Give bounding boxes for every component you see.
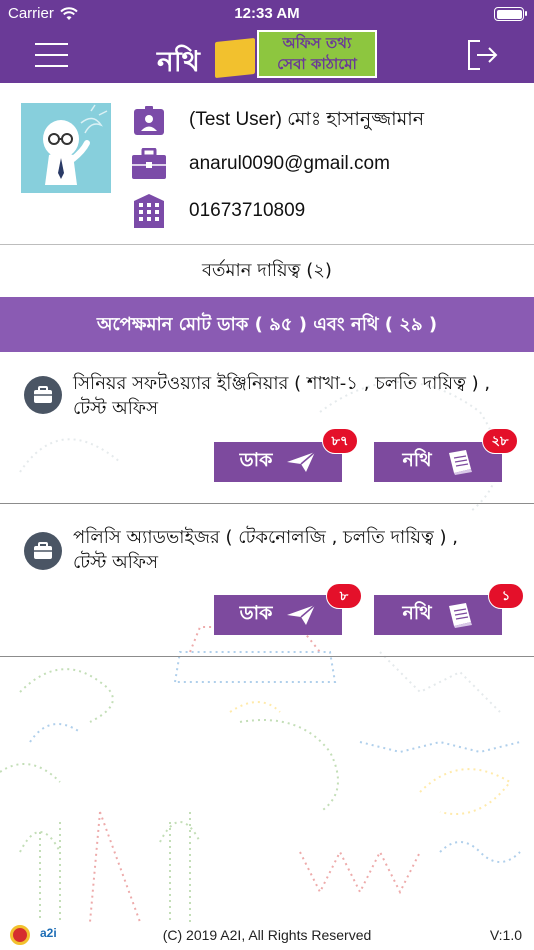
current-responsibility-heading: বর্তমান দায়িত্ব (২) xyxy=(202,260,332,281)
designation-title: পলিসি অ্যাডভাইজর ( টেকনোলজি , চলতি দায়ি… xyxy=(73,527,458,573)
bag-icon xyxy=(24,532,62,570)
dak-label: ডাক xyxy=(239,602,273,624)
status-bar: Carrier 12:33 AM xyxy=(0,0,534,28)
file-icon xyxy=(448,450,472,475)
profile-phone-row: 01673710809 xyxy=(130,192,305,230)
briefcase-icon xyxy=(130,145,168,183)
menu-icon[interactable] xyxy=(35,43,68,67)
dak-label: ডাক xyxy=(239,449,273,471)
file-icon xyxy=(448,603,472,628)
dak-count-badge: ৮ xyxy=(326,583,362,609)
profile-name-row: (Test User) মোঃ হাসানুজ্জামান xyxy=(130,102,424,140)
id-card-icon xyxy=(130,102,168,140)
logo-text: নথি xyxy=(157,45,200,78)
clock: 12:33 AM xyxy=(234,5,300,22)
dak-button[interactable]: ডাক xyxy=(214,442,342,482)
battery-icon xyxy=(494,7,527,21)
copyright-text: (C) 2019 A2I, All Rights Reserved xyxy=(162,927,372,943)
nothi-label: নথি xyxy=(402,602,432,624)
nav-bar: নথি অফিস তথ্য সেবা কাঠামো xyxy=(0,28,534,83)
designation-card[interactable]: পলিসি অ্যাডভাইজর ( টেকনোলজি , চলতি দায়ি… xyxy=(0,504,534,657)
designation-title: সিনিয়র সফটওয়্যার ইঞ্জিনিয়ার ( শাখা-১ … xyxy=(73,373,491,419)
pending-summary-banner: অপেক্ষমান মোট ডাক ( ৯৫ ) এবং নথি ( ২৯ ) xyxy=(0,297,534,352)
nothi-button[interactable]: নথি xyxy=(374,442,502,482)
bag-icon xyxy=(24,376,62,414)
version-text: V:1.0 xyxy=(489,927,522,943)
logo-mark: নথি xyxy=(157,37,257,79)
send-icon xyxy=(287,604,316,625)
nothi-label: নথি xyxy=(402,449,432,471)
logo-tagline-line-1: অফিস তথ্য xyxy=(282,34,352,52)
avatar-illustration xyxy=(21,103,111,193)
nothi-button[interactable]: নথি xyxy=(374,595,502,635)
profile-phone: 01673710809 xyxy=(189,200,306,221)
avatar xyxy=(21,103,111,193)
profile-name: (Test User) মোঃ হাসানুজ্জামান xyxy=(189,109,425,130)
designation-card[interactable]: সিনিয়র সফটওয়্যার ইঞ্জিনিয়ার ( শাখা-১ … xyxy=(0,352,534,504)
profile-card: (Test User) মোঃ হাসানুজ্জামান anarul0090… xyxy=(0,83,534,245)
book-icon xyxy=(215,37,255,79)
app-logo: নথি অফিস তথ্য সেবা কাঠামো xyxy=(157,30,379,80)
logout-icon[interactable] xyxy=(465,38,499,72)
dak-count-badge: ৮৭ xyxy=(322,428,358,454)
send-icon xyxy=(287,451,316,472)
profile-email: anarul0090@gmail.com xyxy=(189,153,390,174)
dak-button[interactable]: ডাক xyxy=(214,595,342,635)
profile-email-row: anarul0090@gmail.com xyxy=(130,145,390,183)
logo-tagline: অফিস তথ্য সেবা কাঠামো xyxy=(257,30,377,78)
logo-tagline-line-2: সেবা কাঠামো xyxy=(277,55,357,73)
building-icon xyxy=(130,192,168,230)
footer: a2i (C) 2019 A2I, All Rights Reserved V:… xyxy=(0,922,534,950)
nothi-count-badge: ১ xyxy=(488,583,524,609)
nothi-count-badge: ২৮ xyxy=(482,428,518,454)
